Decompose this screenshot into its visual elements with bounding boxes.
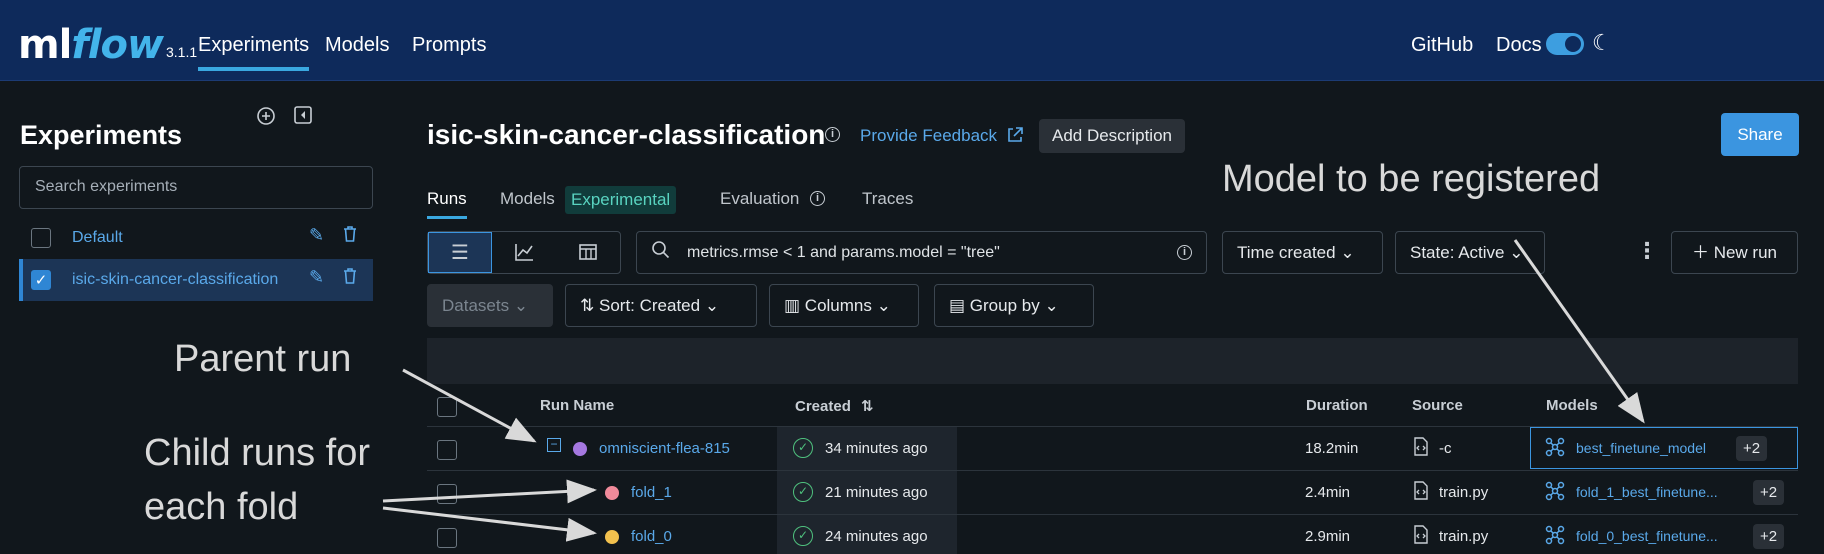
- mlflow-page: mlflow 3.1.1 Experiments Models Prompts …: [0, 0, 1824, 554]
- annotation-arrows: [382, 239, 1645, 542]
